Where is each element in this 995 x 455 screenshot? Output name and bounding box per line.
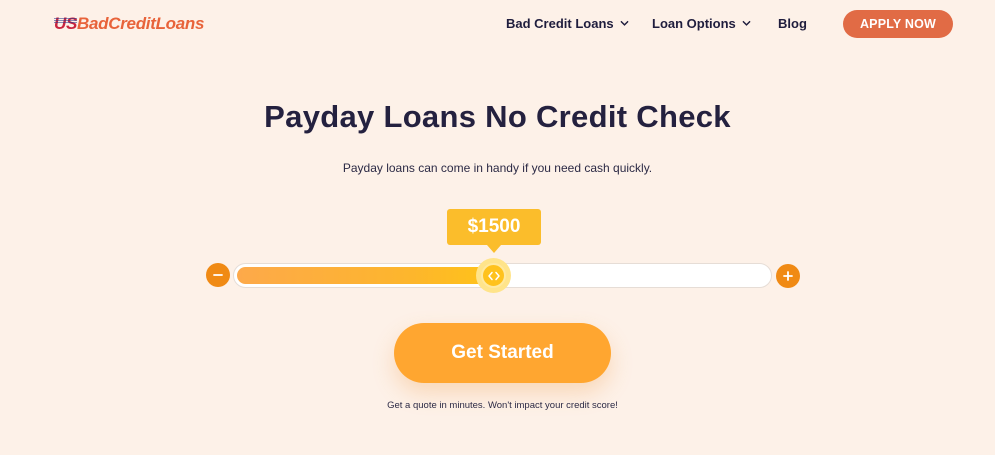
chevron-down-icon bbox=[620, 20, 628, 26]
code-arrows-icon bbox=[487, 271, 500, 280]
site-logo[interactable]: US BadCreditLoans bbox=[54, 14, 204, 34]
minus-icon bbox=[213, 274, 223, 276]
logo-us: US bbox=[54, 14, 78, 33]
get-started-button[interactable]: Get Started bbox=[394, 323, 611, 383]
apply-now-button[interactable]: APPLY NOW bbox=[843, 10, 953, 38]
decrease-amount-button[interactable] bbox=[206, 263, 230, 287]
nav-blog[interactable]: Blog bbox=[778, 16, 807, 31]
increase-amount-button[interactable] bbox=[776, 264, 800, 288]
amount-slider-fill bbox=[237, 267, 487, 284]
quote-note: Get a quote in minutes. Won't impact you… bbox=[387, 400, 618, 411]
nav-loan-options[interactable]: Loan Options bbox=[652, 16, 751, 31]
site-header: US BadCreditLoans Bad Credit Loans Loan O… bbox=[0, 0, 995, 48]
amount-slider-thumb[interactable] bbox=[476, 258, 511, 293]
plus-icon bbox=[783, 271, 793, 281]
thumb-core bbox=[481, 263, 506, 288]
amount-tooltip: $1500 bbox=[447, 209, 541, 253]
nav-item-label: Loan Options bbox=[652, 16, 736, 31]
page-subtitle: Payday loans can come in handy if you ne… bbox=[342, 161, 653, 175]
nav-item-label: Blog bbox=[778, 16, 807, 31]
chevron-down-icon bbox=[742, 20, 751, 26]
nav-item-label: Bad Credit Loans bbox=[506, 16, 614, 31]
nav-bad-credit-loans[interactable]: Bad Credit Loans bbox=[506, 16, 629, 31]
page: US BadCreditLoans Bad Credit Loans Loan O… bbox=[0, 0, 995, 455]
page-title: Payday Loans No Credit Check bbox=[264, 99, 731, 134]
logo-text: BadCreditLoans bbox=[77, 14, 205, 33]
